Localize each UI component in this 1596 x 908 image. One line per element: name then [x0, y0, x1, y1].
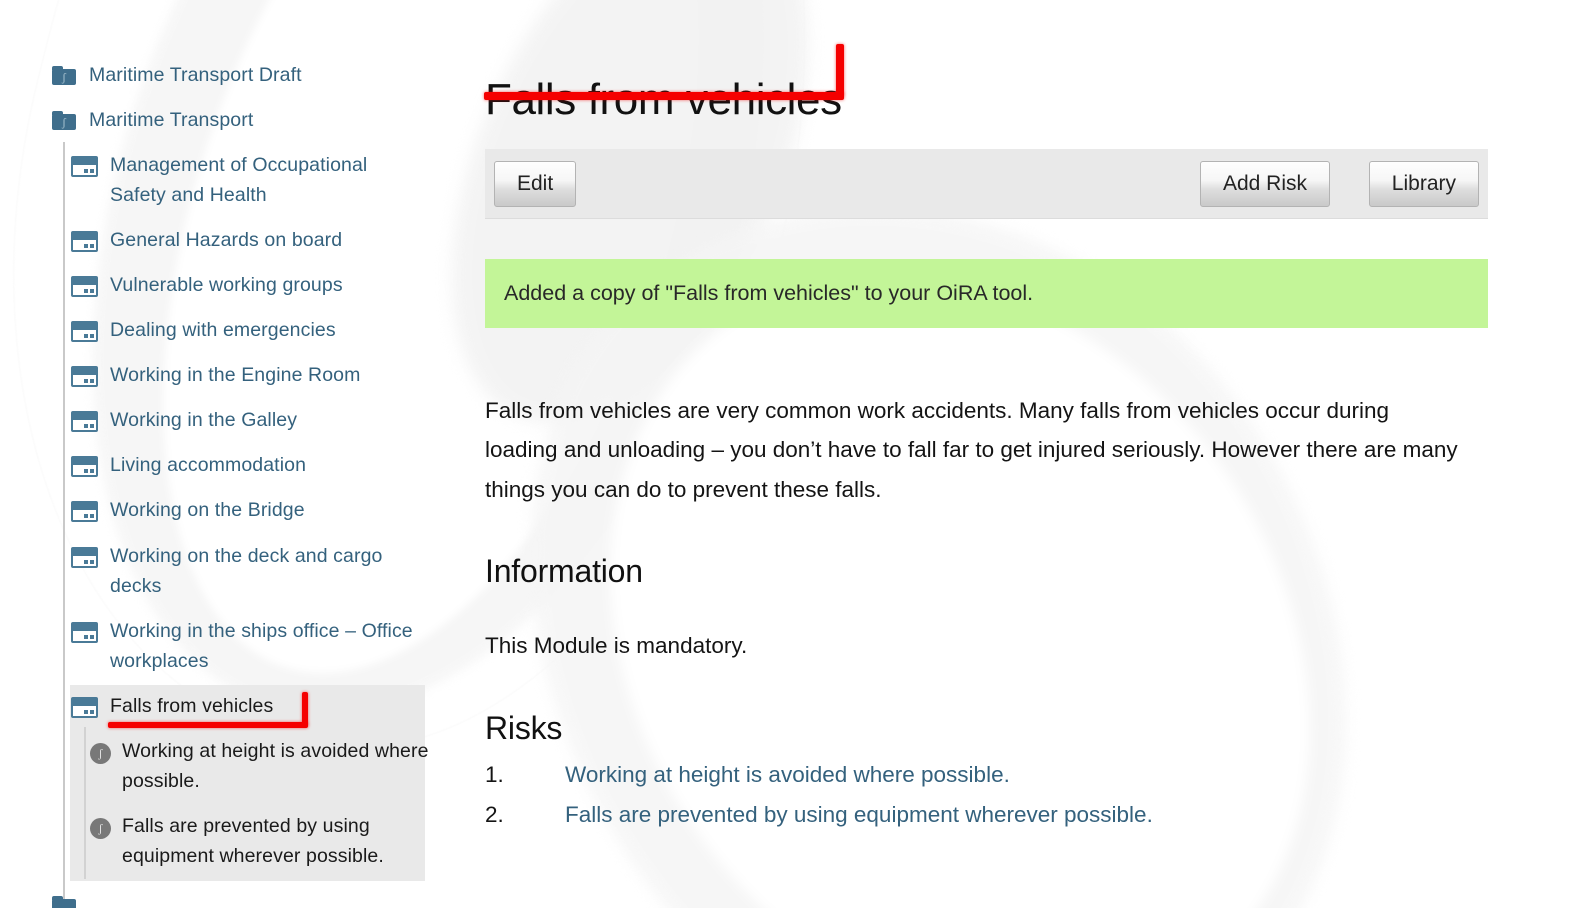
sidebar-item-maritime-transport[interactable]: ʃ Maritime Transport [52, 105, 432, 135]
module-icon [71, 622, 98, 643]
page-title: Falls from vehicles [485, 75, 842, 125]
sidebar-item-risk-working-at-height[interactable]: ʃ Working at height is avoided where pos… [90, 736, 430, 796]
risk-icon: ʃ [90, 818, 111, 839]
risks-list: 1. Working at height is avoided where po… [485, 762, 1485, 842]
folder-icon: ʃ [52, 111, 76, 130]
action-toolbar: Edit Add Risk Library [485, 149, 1488, 219]
module-icon [71, 697, 98, 718]
sidebar-item-label: Management of Occupational Safety and He… [110, 154, 368, 206]
main-content: Falls from vehicles Edit Add Risk Librar… [470, 0, 1596, 908]
sidebar-item-risk-falls-are-prevented[interactable]: ʃ Falls are prevented by using equipment… [90, 811, 430, 871]
sidebar-item-working-on-the-bridge[interactable]: Working on the Bridge [71, 495, 416, 525]
app-page: ʃ Maritime Transport Draft ʃ Maritime Tr… [0, 0, 1596, 908]
risk-number: 2. [485, 802, 504, 827]
sidebar-item-label: Working in the Engine Room [110, 364, 361, 386]
sidebar-item-label: Dealing with emergencies [110, 319, 336, 341]
sidebar-item-label: Working at height is avoided where possi… [122, 740, 429, 792]
module-icon [71, 366, 98, 387]
sidebar-item-label: Working on the Bridge [110, 499, 305, 521]
edit-button[interactable]: Edit [494, 161, 577, 207]
sidebar-item-label: Working in the ships office – Office wor… [110, 620, 413, 672]
sidebar-item-general-hazards-on-board[interactable]: General Hazards on board [71, 225, 416, 255]
risk-number: 1. [485, 762, 504, 787]
sidebar-item-label: Living accommodation [110, 454, 307, 476]
sidebar-item-working-in-the-galley[interactable]: Working in the Galley [71, 405, 416, 435]
tree-guide-line-nested [84, 727, 86, 879]
risk-icon: ʃ [90, 743, 111, 764]
sidebar-item-vulnerable-working-groups[interactable]: Vulnerable working groups [71, 270, 416, 300]
folder-icon-partial[interactable] [52, 896, 76, 908]
sidebar-item-management-of-occupational-safety-and-health[interactable]: Management of Occupational Safety and He… [71, 150, 416, 210]
sidebar-tree: ʃ Maritime Transport Draft ʃ Maritime Tr… [0, 0, 470, 908]
risk-link[interactable]: Falls are prevented by using equipment w… [565, 802, 1153, 828]
module-icon [71, 547, 98, 568]
sidebar-item-label: Maritime Transport [89, 109, 254, 131]
module-icon [71, 456, 98, 477]
information-paragraph: This Module is mandatory. [485, 632, 748, 658]
module-icon [71, 501, 98, 522]
sidebar-item-maritime-transport-draft[interactable]: ʃ Maritime Transport Draft [52, 60, 432, 90]
risk-list-item: 2. Falls are prevented by using equipmen… [485, 802, 1485, 842]
sidebar-bottom-spacer [84, 890, 425, 908]
sidebar-item-label: Falls from vehicles [110, 695, 274, 717]
sidebar-item-label: Vulnerable working groups [110, 274, 343, 296]
sidebar-item-label: Maritime Transport Draft [89, 64, 302, 86]
information-heading: Information [485, 552, 643, 589]
sidebar-item-living-accommodation[interactable]: Living accommodation [71, 450, 416, 480]
library-button[interactable]: Library [1368, 161, 1479, 207]
module-icon [71, 231, 98, 252]
sidebar-item-falls-from-vehicles[interactable]: Falls from vehicles [71, 691, 421, 721]
sidebar-item-working-in-the-ships-office[interactable]: Working in the ships office – Office wor… [71, 616, 421, 676]
intro-paragraph: Falls from vehicles are very common work… [485, 397, 1458, 502]
sidebar-item-working-in-the-engine-room[interactable]: Working in the Engine Room [71, 360, 416, 390]
add-risk-button[interactable]: Add Risk [1199, 161, 1330, 207]
tree-guide-line [63, 142, 65, 902]
sidebar-item-dealing-with-emergencies[interactable]: Dealing with emergencies [71, 315, 416, 345]
sidebar-item-working-on-the-deck-and-cargo-decks[interactable]: Working on the deck and cargo decks [71, 541, 421, 601]
folder-icon: ʃ [52, 66, 76, 85]
risks-heading: Risks [485, 709, 563, 746]
sidebar-item-label: General Hazards on board [110, 229, 343, 251]
module-icon [71, 276, 98, 297]
sidebar-item-label: Falls are prevented by using equipment w… [122, 815, 384, 867]
sidebar-item-label: Working in the Galley [110, 409, 298, 431]
risk-link[interactable]: Working at height is avoided where possi… [565, 762, 1010, 788]
module-icon [71, 411, 98, 432]
sidebar-item-label: Working on the deck and cargo decks [110, 545, 383, 597]
status-message: Added a copy of "Falls from vehicles" to… [485, 259, 1488, 328]
module-icon [71, 156, 98, 177]
module-icon [71, 321, 98, 342]
risk-list-item: 1. Working at height is avoided where po… [485, 762, 1485, 802]
